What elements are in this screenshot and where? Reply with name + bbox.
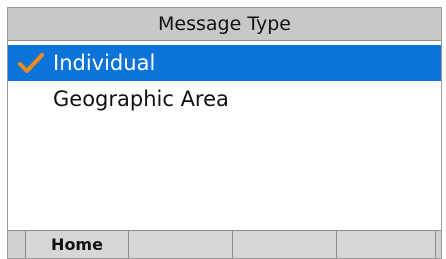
home-softkey[interactable]: Home bbox=[25, 231, 128, 258]
message-type-list: Individual Geographic Area bbox=[8, 45, 441, 117]
list-item-individual[interactable]: Individual bbox=[8, 45, 441, 81]
softkey-bar: Home bbox=[8, 230, 441, 258]
softkey-2[interactable] bbox=[128, 231, 232, 258]
list-item-label: Individual bbox=[53, 51, 156, 75]
softkey-4[interactable] bbox=[336, 231, 436, 258]
screen-title: Message Type bbox=[8, 8, 441, 41]
radio-display-screen: Message Type Individual Geographic Area … bbox=[7, 7, 442, 259]
list-item-label: Geographic Area bbox=[53, 87, 229, 111]
list-item-geographic-area[interactable]: Geographic Area bbox=[8, 81, 441, 117]
checkmark-icon bbox=[18, 53, 44, 73]
softkey-3[interactable] bbox=[232, 231, 336, 258]
